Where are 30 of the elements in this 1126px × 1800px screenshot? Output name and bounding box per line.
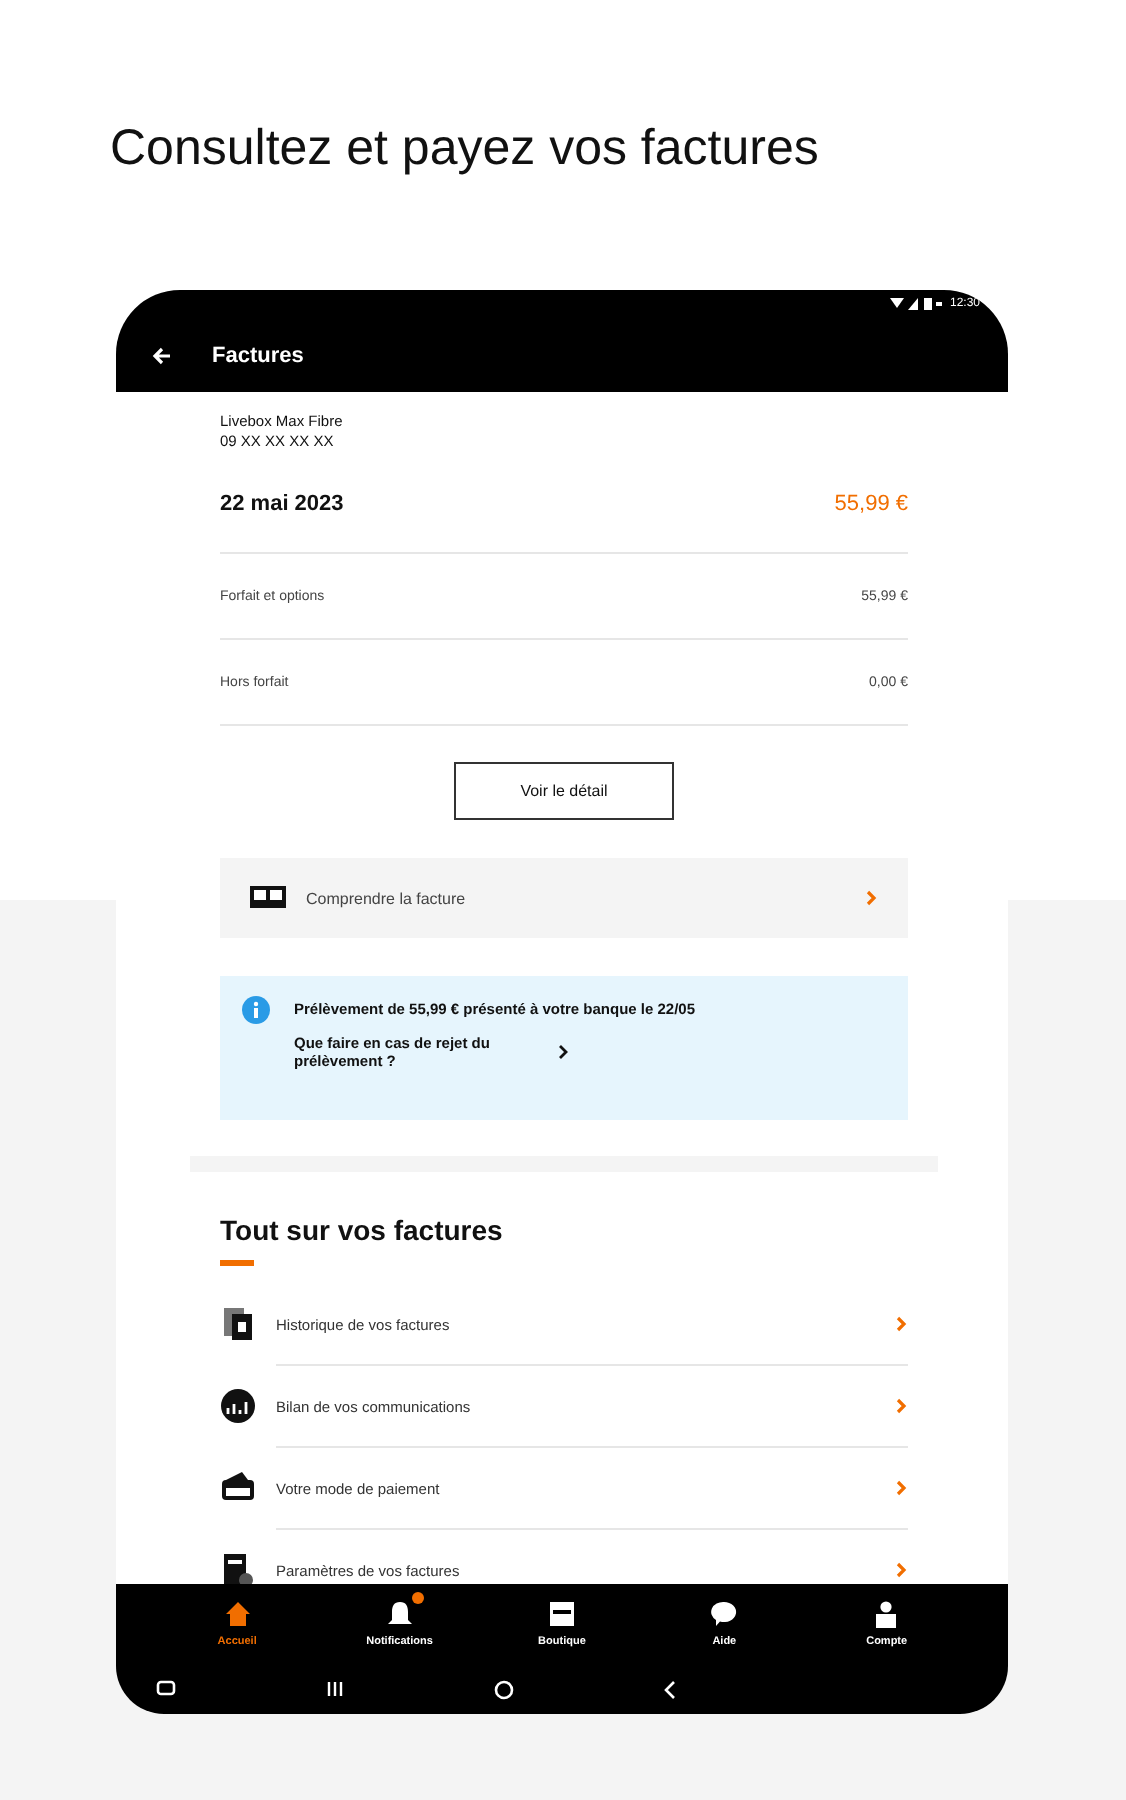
chevron-icon: [896, 1316, 908, 1332]
title-underline: [220, 1260, 254, 1265]
chevron-icon: [558, 1044, 570, 1060]
chevron-icon: [896, 1398, 908, 1414]
status-icons: [889, 296, 942, 312]
back-arrow-icon[interactable]: [152, 345, 172, 365]
back-icon[interactable]: [662, 1679, 677, 1699]
chevron-icon: [896, 1562, 908, 1578]
recent-apps-icon[interactable]: [156, 1680, 176, 1698]
invoice-amount: 55,99 €: [834, 492, 908, 516]
card-icon: [220, 1470, 256, 1506]
home-icon: [223, 1600, 252, 1628]
section-title: Tout sur vos factures: [220, 1212, 505, 1246]
recents-icon[interactable]: [325, 1680, 344, 1698]
home-button-icon[interactable]: [493, 1679, 513, 1699]
document-icon: [220, 1306, 256, 1342]
bell-icon: [385, 1600, 414, 1628]
invoice-date: 22 mai 2023: [220, 492, 344, 516]
chart-circle-icon: [220, 1388, 256, 1424]
chevron-icon: [896, 1480, 908, 1496]
detail-button[interactable]: Voir le détail: [454, 762, 674, 820]
app-title: Factures: [212, 343, 304, 367]
understand-row[interactable]: Comprendre la facture: [220, 858, 908, 938]
person-icon: [872, 1600, 901, 1628]
shop-icon: [547, 1600, 576, 1628]
chevron-icon: [866, 890, 878, 906]
invoice-icon: [250, 886, 286, 910]
help-bubble-icon: [710, 1600, 739, 1628]
headline: Consultez et payez vos factures: [110, 118, 821, 178]
info-icon: [242, 996, 270, 1024]
